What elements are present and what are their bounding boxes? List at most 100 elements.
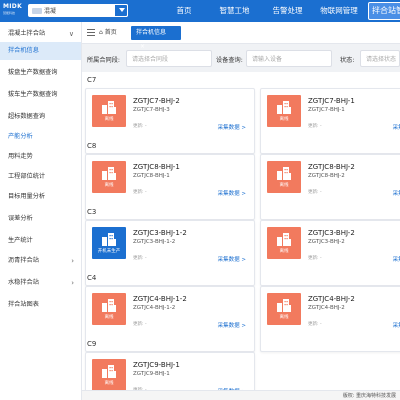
collect-data-link[interactable]: 采集数据 > xyxy=(218,123,246,131)
sidebar-item-batch-query[interactable]: 拔盘生产数据查询 xyxy=(0,64,81,82)
device-name: ZGTJC4-BHJ-2 xyxy=(308,295,355,303)
tab-mixer-info[interactable]: 拌合机信息 × xyxy=(131,26,181,50)
device-name: ZGTJC8-BHJ-2 xyxy=(308,163,355,171)
sidebar-item-label: 误差分析 xyxy=(8,215,33,222)
nav-smart-site[interactable]: 智慧工地 xyxy=(212,0,257,22)
device-input[interactable]: 请输入设备 xyxy=(246,50,332,67)
logo: MIDK 慧能科技 xyxy=(3,3,31,19)
sidebar-item-mixer-info[interactable]: 拌合机信息 xyxy=(0,42,81,60)
building-icon xyxy=(277,299,291,312)
sidebar-item-asphalt-station[interactable]: 沥青拌合站 › xyxy=(0,252,81,270)
update-time: 更新: - xyxy=(308,256,322,261)
device-name: ZGTJC7-BHJ-2 xyxy=(133,97,180,105)
device-thumbnail: 离线 xyxy=(92,95,126,127)
device-thumbnail: 开机未生产 xyxy=(92,227,126,259)
footer-text: 版权: 重庆海特科技发展 xyxy=(342,393,396,399)
building-icon xyxy=(277,101,291,114)
status-label: 状态: xyxy=(340,57,355,64)
home-icon: ⌂ xyxy=(99,29,103,36)
device-thumbnail: 离线 xyxy=(92,161,126,193)
sidebar-item-label: 工程部位统计 xyxy=(8,173,46,180)
sidebar-item-production-stats[interactable]: 生产统计 xyxy=(0,232,81,250)
device-code: ZGTJC9-BHJ-1 xyxy=(133,371,170,377)
sidebar-item-material-trend[interactable]: 用料走势 xyxy=(0,148,81,166)
device-card[interactable]: 离线ZGTJC9-BHJ-1ZGTJC9-BHJ-1更新: -采集数据 > xyxy=(85,352,255,390)
sidebar-item-vehicle-query[interactable]: 拔车生产数据查询 xyxy=(0,86,81,104)
building-icon xyxy=(102,233,116,246)
sidebar-item-label: 沥青拌合站 xyxy=(8,257,39,264)
sidebar-item-label: 产能分析 xyxy=(8,133,33,140)
device-card[interactable]: 离线 ZGTJC7-BHJ-2 ZGTJC7-BHJ-3 更新: - 采集数据 > xyxy=(85,88,255,154)
collect-data-link[interactable]: 采集数据 > xyxy=(218,189,246,197)
sidebar-item-stabilized-station[interactable]: 水稳拌合站 › xyxy=(0,274,81,292)
device-code: ZGTJC3-BHJ-2 xyxy=(308,239,345,245)
footer: 版权: 重庆海特科技发展 xyxy=(82,390,400,400)
org-select[interactable]: 混凝 xyxy=(28,4,128,17)
sidebar-item-label: 拌合机信息 xyxy=(8,47,39,54)
org-select-value: 混凝 xyxy=(44,8,57,15)
device-thumbnail: 离线 xyxy=(92,293,126,325)
device-card[interactable]: 离线 ZGTJC8-BHJ-1 ZGTJC8-BHJ-1 更新: - 采集数据 > xyxy=(85,154,255,220)
update-time: 更新: - xyxy=(133,124,147,129)
device-card[interactable]: 离线 ZGTJC7-BHJ-1 ZGTJC7-BHJ-1 更新: - 采集数据 > xyxy=(260,88,400,154)
collect-data-link[interactable]: 采集数据 > xyxy=(393,255,400,263)
collect-data-link[interactable]: 采集数据 > xyxy=(393,321,400,329)
device-thumbnail: 离线 xyxy=(267,95,301,127)
chevron-down-icon[interactable] xyxy=(114,4,128,17)
sidebar-item-capacity[interactable]: 产能分析 xyxy=(0,128,81,146)
device-card[interactable]: 离线 ZGTJC3-BHJ-2 ZGTJC3-BHJ-2 更新: - 采集数据 > xyxy=(260,220,400,286)
update-time: 更新: - xyxy=(308,190,322,195)
device-card[interactable]: 离线 ZGTJC8-BHJ-2 ZGTJC8-BHJ-2 更新: - 采集数据 > xyxy=(260,154,400,220)
device-state: 离线 xyxy=(279,315,289,320)
device-code: ZGTJC7-BHJ-1 xyxy=(308,107,345,113)
device-code: ZGTJC8-BHJ-1 xyxy=(133,173,170,179)
sidebar-item-label: 水稳拌合站 xyxy=(8,279,39,286)
sidebar-item-label: 用料走势 xyxy=(8,153,33,160)
status-select[interactable]: 请选择状态 xyxy=(360,50,400,67)
device-code: ZGTJC4-BHJ-1-2 xyxy=(133,305,176,311)
device-name: ZGTJC4-BHJ-1-2 xyxy=(133,295,187,303)
collect-data-link[interactable]: 采集数据 > xyxy=(393,123,400,131)
sidebar-item-concrete-station[interactable]: 混凝土拌合站 ∨ xyxy=(0,22,81,42)
collect-data-link[interactable]: 采集数据 > xyxy=(218,321,246,329)
device-thumbnail: 离线 xyxy=(267,293,301,325)
device-thumbnail: 离线 xyxy=(267,227,301,259)
sidebar-item-over-limit[interactable]: 超标数据查询 xyxy=(0,108,81,126)
collect-data-link[interactable]: 采集数据 > xyxy=(393,189,400,197)
device-name: ZGTJC3-BHJ-2 xyxy=(308,229,355,237)
sidebar: 混凝土拌合站 ∨ 拌合机信息 拔盘生产数据查询 拔车生产数据查询 超标数据查询 … xyxy=(0,22,82,400)
project-select[interactable]: 请选择合同段 xyxy=(126,50,212,67)
logo-text: MIDK xyxy=(3,3,23,10)
sidebar-item-error-analysis[interactable]: 误差分析 xyxy=(0,210,81,228)
tab-home[interactable]: ⌂ 首页 xyxy=(94,26,122,40)
project-label: 所属合同段: xyxy=(87,57,121,64)
device-code: ZGTJC3-BHJ-1-2 xyxy=(133,239,176,245)
sidebar-item-label: 混凝土拌合站 xyxy=(8,30,46,37)
device-card[interactable]: 离线 ZGTJC4-BHJ-2 ZGTJC4-BHJ-2 更新: - 采集数据 > xyxy=(260,286,400,352)
sidebar-item-station-charts[interactable]: 拌合站图表 xyxy=(0,296,81,314)
device-card[interactable]: 离线 ZGTJC4-BHJ-1-2 ZGTJC4-BHJ-1-2 更新: - 采集数据 … xyxy=(85,286,255,352)
collect-data-link[interactable]: 采集数据 > xyxy=(218,255,246,263)
nav-home[interactable]: 首页 xyxy=(168,0,200,22)
nav-iot[interactable]: 物联网管理 xyxy=(314,0,364,22)
device-state: 离线 xyxy=(279,117,289,122)
tab-current-label: 拌合机信息 xyxy=(136,29,167,36)
device-thumbnail: 离线 xyxy=(92,359,126,390)
sidebar-item-target-usage[interactable]: 目标用量分析 xyxy=(0,188,81,206)
device-list: C7 离线 ZGTJC7-BHJ-2 ZGTJC7-BHJ-3 更新: - 采集数据 > 离… xyxy=(82,72,400,390)
sidebar-item-label: 拔车生产数据查询 xyxy=(8,91,58,98)
group-title: C7 xyxy=(87,76,97,84)
sidebar-item-label: 目标用量分析 xyxy=(8,193,46,200)
update-time: 更新: - xyxy=(133,256,147,261)
sidebar-item-label: 拔盘生产数据查询 xyxy=(8,69,58,76)
org-blur xyxy=(32,7,42,14)
logo-subtext: 慧能科技 xyxy=(3,11,16,15)
update-time: 更新: - xyxy=(133,322,147,327)
device-code: ZGTJC8-BHJ-2 xyxy=(308,173,345,179)
building-icon xyxy=(277,233,291,246)
nav-mixing-station[interactable]: 拌合站管 xyxy=(368,2,400,20)
device-card[interactable]: 开机未生产 ZGTJC3-BHJ-1-2 ZGTJC3-BHJ-1-2 更新: - 采集… xyxy=(85,220,255,286)
nav-alarm[interactable]: 告警处理 xyxy=(265,0,310,22)
sidebar-item-part-stats[interactable]: 工程部位统计 xyxy=(0,168,81,186)
device-state: 离线 xyxy=(104,315,114,320)
